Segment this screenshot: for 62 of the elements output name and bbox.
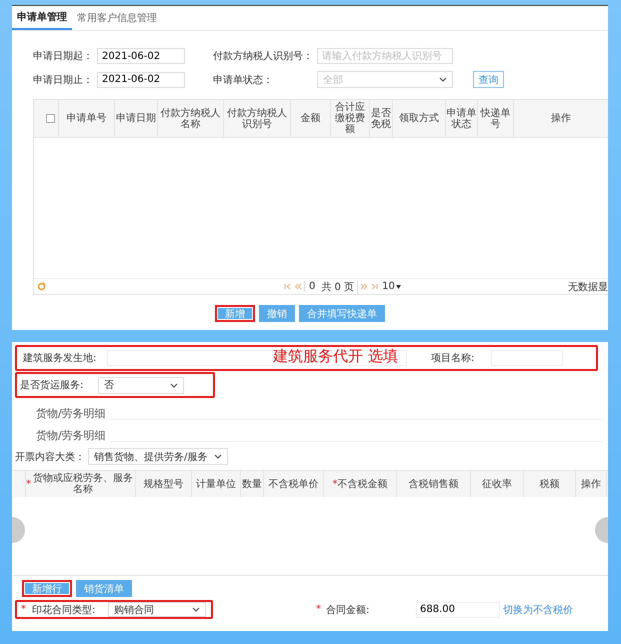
column-header: 数量 xyxy=(241,471,264,497)
column-header: 付款方纳税人识别号 xyxy=(224,100,291,137)
refresh-icon xyxy=(37,282,46,291)
field-label: 是否货运服务: xyxy=(20,378,84,392)
column-header: 合计应缴税费额 xyxy=(331,100,370,137)
field-label: 项目名称: xyxy=(431,352,476,365)
column-header: 金额 xyxy=(291,100,331,137)
column-header: 快递单号 xyxy=(478,100,514,137)
first-page-icon xyxy=(284,283,292,290)
chevron-down-icon xyxy=(170,382,178,388)
select-field[interactable]: 销售货物、提供劳务/服务 xyxy=(88,448,228,465)
checkbox[interactable] xyxy=(46,114,55,123)
input-field[interactable]: 请输入付款方纳税人识别号 xyxy=(317,48,453,64)
section-title: 货物/劳务明细 xyxy=(32,428,110,443)
last-page-icon xyxy=(370,283,378,290)
field-label: 印花合同类型: xyxy=(32,604,96,616)
field-label: 申请日期起： xyxy=(33,50,94,63)
field-label: 开票内容大类： xyxy=(15,450,86,464)
page-total: 共 0 页 xyxy=(321,280,358,294)
previous-page-icon xyxy=(294,283,302,290)
required-mark: * xyxy=(26,478,31,490)
required-mark: * xyxy=(332,478,338,490)
select-field[interactable]: 购销合同 xyxy=(108,602,206,617)
input-field[interactable]: 688.00 xyxy=(416,602,500,618)
column-header: 申请日期 xyxy=(115,100,158,137)
column-header: 不含税单价 xyxy=(264,471,324,497)
input-field[interactable]: 2021-06-02 xyxy=(97,48,185,64)
column-header: 申请单号 xyxy=(59,100,115,137)
chevron-down-icon xyxy=(192,607,200,612)
annotation-text: 建筑服务代开 选填 xyxy=(273,347,398,366)
column-header: 税额 xyxy=(524,471,576,497)
field-label: 付款方纳税人识别号： xyxy=(213,50,314,63)
select-field[interactable]: 否 xyxy=(98,376,184,394)
next-page-icon xyxy=(360,283,368,290)
column-header: 付款方纳税人名称 xyxy=(158,100,224,137)
required-mark: * xyxy=(21,604,26,615)
field-label: 建筑服务发生地: xyxy=(23,352,98,365)
chevron-down-icon xyxy=(439,77,447,82)
column-header: 领取方式 xyxy=(393,100,446,137)
field-label: 申请日期止： xyxy=(33,74,94,86)
status-text: 无数据显 xyxy=(568,280,608,294)
column-header: 申请单状态 xyxy=(446,100,478,137)
column-header: 操作 xyxy=(576,471,607,497)
column-header: 不含税金额 xyxy=(338,478,388,490)
tab[interactable]: 申请单管理 xyxy=(12,6,72,30)
column-header: 操作 xyxy=(514,100,608,137)
column-header: 是否免税 xyxy=(370,100,393,137)
caret-down-icon xyxy=(396,284,401,288)
column-header: 货物或应税劳务、服务名称 xyxy=(32,473,134,495)
input-field[interactable]: 2021-06-02 xyxy=(97,72,185,88)
column-header: 计量单位 xyxy=(192,471,241,497)
field-label: 合同金额: xyxy=(326,604,370,616)
chevron-down-icon xyxy=(214,454,222,459)
column-header: 征收率 xyxy=(471,471,524,497)
page-number[interactable]: 0 xyxy=(304,281,320,292)
section-title: 货物/劳务明细 xyxy=(32,406,110,421)
page-size-select[interactable]: 10 xyxy=(382,281,401,292)
column-header: 规格型号 xyxy=(136,471,192,497)
tab[interactable]: 常用客户信息管理 xyxy=(72,6,162,30)
field-label: 申请单状态： xyxy=(213,74,274,86)
required-mark: * xyxy=(316,604,321,615)
column-header: 含税销售额 xyxy=(397,471,471,497)
